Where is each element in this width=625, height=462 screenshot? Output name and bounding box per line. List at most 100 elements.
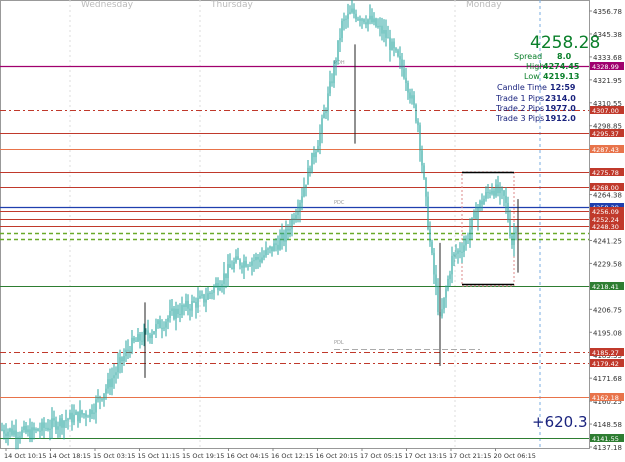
candle-body [139,334,141,341]
candle-body [171,308,173,311]
candle-body [403,68,405,78]
candle-body [299,202,301,212]
time-tick-label: 15 Oct 11:15 [138,452,180,460]
candle-body [441,309,443,317]
low-value: 4219.13 [543,72,580,81]
price-level-tag-text: 4248.30 [592,223,619,231]
candle-body [181,305,183,315]
candle-body [477,207,479,220]
candle-body [323,113,325,119]
candle-body [419,125,421,151]
candle-body [93,412,95,415]
chart-window[interactable]: Wednesday Thursday Monday PDH PDC PDL 4356.78 4… [0,0,625,462]
candle-body [349,12,351,14]
candle-body [85,413,87,417]
spread-label: Spread [514,52,543,61]
price-tick-label: 4264.38 [593,192,622,200]
candle-body [319,132,321,146]
price-tick-label: 4356.78 [593,8,622,16]
candle-body [167,318,169,322]
candle-body [59,418,61,427]
candle-body [87,416,89,418]
price-level-tag-text: 4256.09 [592,208,619,216]
candle-body [75,411,77,415]
candle-body [137,334,139,342]
candle-body [11,428,13,435]
candle-body [237,256,239,260]
candle-body [333,64,335,84]
candle-body [459,250,461,252]
candle-body [45,427,47,429]
candle-body [79,410,81,422]
candle-body [259,259,261,263]
candle-body [279,238,281,250]
plot-border [0,0,590,449]
candle-body [355,13,357,20]
candle-body [235,256,237,263]
trade1-value: 2314.0 [545,94,576,103]
day-label: Wednesday [81,0,134,10]
candle-body [315,152,317,158]
candle-body [91,409,93,415]
candle-body [207,293,209,300]
candle-body [165,321,167,328]
candle-body [49,428,51,430]
time-tick-label: 16 Oct 04:15 [227,452,269,460]
candle-body [515,231,517,234]
candle-body [255,256,257,261]
high-label: High [526,62,545,71]
candle-body [413,95,415,105]
candle-body [1,429,3,431]
candle-body [473,211,475,218]
candle-body [483,198,485,205]
price-tick-label: 4148.58 [593,421,622,429]
candle-body [303,187,305,197]
candle-body [369,15,371,20]
candle-body [97,396,99,400]
price-level-tag-text: 4275.78 [592,169,619,177]
candle-body [143,330,145,342]
candle-body [185,300,187,307]
candle-body [129,350,131,353]
time-tick-label: 17 Oct 21:15 [449,452,491,460]
candle-body [173,308,175,319]
candle-body [367,19,369,25]
candle-body [427,196,429,229]
candle-body [433,252,435,275]
candle-body [405,77,407,84]
candle-body [3,429,5,434]
candle-body [125,349,127,357]
candle-body [147,330,149,335]
candle-body [241,265,243,268]
candle-body [15,430,17,438]
candle-body [263,255,265,258]
price-tick-label: 4333.68 [593,54,622,62]
candle-body [449,274,451,279]
candle-body [309,167,311,174]
time-tick-label: 14 Oct 10:15 [4,452,46,460]
candle-body [335,61,337,65]
candle-body [475,211,477,220]
candle-body [277,244,279,250]
candle-body [73,414,75,423]
candle-body [395,48,397,51]
candle-body [493,190,495,196]
candle-body [411,95,413,99]
candle-body [191,301,193,311]
candle-time-label: Candle Time [497,83,547,92]
candle-time-value: 12:59 [550,83,576,92]
candle-body [425,178,427,197]
candle-body [415,104,417,122]
candle-body [231,267,233,269]
candle-body [465,238,467,246]
candle-body [389,37,391,50]
candle-body [131,337,133,353]
price-level-tag-text: 4307.00 [592,107,619,115]
candle-body [253,260,255,262]
candle-body [383,29,385,34]
candle-body [51,418,53,429]
candle-body [269,246,271,249]
candle-body [9,428,11,432]
candle-body [227,264,229,279]
candle-body [183,305,185,307]
